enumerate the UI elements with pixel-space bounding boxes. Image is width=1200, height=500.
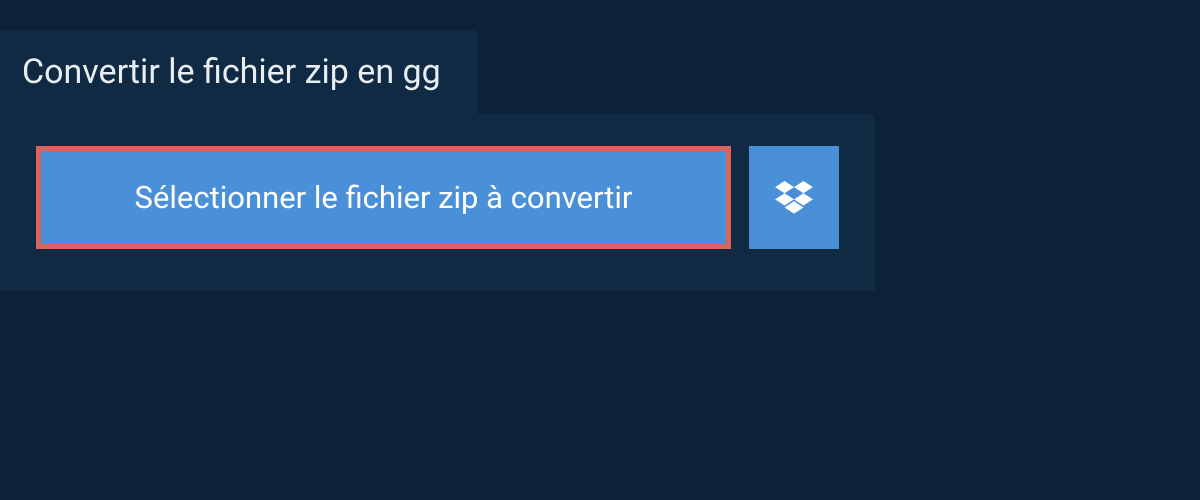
select-file-label: Sélectionner le fichier zip à convertir xyxy=(135,179,633,216)
dropbox-button[interactable] xyxy=(749,146,839,249)
button-row: Sélectionner le fichier zip à convertir xyxy=(36,146,839,249)
main-panel: Sélectionner le fichier zip à convertir xyxy=(0,114,875,291)
select-file-button[interactable]: Sélectionner le fichier zip à convertir xyxy=(36,146,731,249)
page-title: Convertir le fichier zip en gg xyxy=(22,52,441,92)
dropbox-icon xyxy=(775,181,813,215)
header-tab: Convertir le fichier zip en gg xyxy=(0,30,477,114)
